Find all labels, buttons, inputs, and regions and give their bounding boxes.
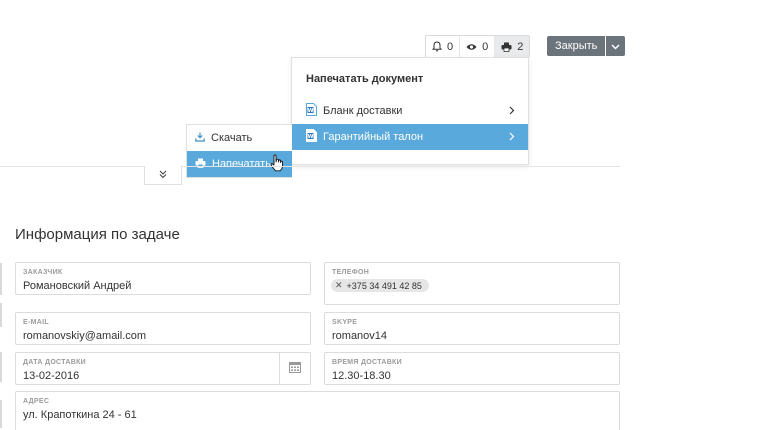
email-value: romanovskiy@amail.com: [23, 330, 147, 342]
printer-icon: [501, 42, 512, 52]
notifications-button[interactable]: 0: [426, 36, 461, 57]
edge-marker: [0, 303, 2, 327]
menu-item-label: Гарантийный талон: [323, 131, 424, 143]
double-chevron-down-icon: [159, 166, 167, 184]
address-value: ул. Крапоткина 24 - 61: [23, 409, 137, 421]
delivery-time-value: 12.30-18.30: [332, 370, 391, 382]
menu-item-label: Скачать: [211, 132, 253, 144]
edge-marker: [0, 400, 2, 428]
field-label: АДРЕС: [23, 398, 50, 405]
remove-chip-icon[interactable]: ✕: [335, 280, 343, 291]
phone-chip: ✕ +375 34 491 42 85: [331, 279, 429, 292]
phone-field[interactable]: ТЕЛЕФОН ✕ +375 34 491 42 85: [324, 262, 620, 305]
download-icon: [195, 132, 205, 145]
field-label: ТЕЛЕФОН: [332, 269, 370, 276]
close-button-group: Закрыть: [547, 36, 626, 56]
svg-text:W: W: [307, 134, 313, 140]
toolbar-counters: 0 0 2: [425, 35, 531, 58]
address-field[interactable]: АДРЕС ул. Крапоткина 24 - 61: [15, 391, 620, 430]
chevron-down-icon: [611, 37, 620, 55]
edge-marker: [0, 263, 2, 295]
print-count: 2: [517, 40, 524, 53]
print-button[interactable]: 2: [495, 36, 530, 57]
close-button[interactable]: Закрыть: [547, 36, 606, 56]
delivery-date-value: 13-02-2016: [23, 370, 80, 382]
skype-field[interactable]: SKYPE romanov14: [324, 312, 620, 345]
menu-item-delivery-form[interactable]: W Бланк доставки: [292, 98, 528, 124]
field-label: ДАТА ДОСТАВКИ: [23, 359, 86, 366]
customer-value: Романовский Андрей: [23, 280, 132, 292]
email-field[interactable]: E-MAIL romanovskiy@amail.com: [15, 312, 311, 345]
calendar-button[interactable]: [279, 353, 310, 384]
section-divider: [0, 166, 620, 167]
chevron-right-icon: [509, 132, 515, 144]
word-document-icon: W: [306, 129, 317, 145]
eye-icon: [466, 43, 477, 51]
expand-button[interactable]: [144, 166, 182, 185]
notifications-count: 0: [447, 40, 454, 53]
views-count: 0: [482, 40, 489, 53]
menu-item-warranty-card[interactable]: W Гарантийный талон: [292, 124, 528, 150]
field-label: SKYPE: [332, 319, 358, 326]
calendar-icon: [289, 360, 301, 378]
field-label: ВРЕМЯ ДОСТАВКИ: [332, 359, 402, 366]
edge-marker: [0, 352, 2, 382]
phone-chip-value: +375 34 491 42 85: [346, 280, 422, 291]
print-menu-title: Напечатать документ: [306, 73, 424, 85]
views-button[interactable]: 0: [460, 36, 496, 57]
svg-text:W: W: [307, 108, 313, 114]
close-dropdown-toggle[interactable]: [606, 36, 626, 56]
menu-item-label: Бланк доставки: [323, 105, 403, 117]
print-document-menu: Напечатать документ W Бланк доставки W Г…: [291, 57, 529, 165]
skype-value: romanov14: [332, 330, 388, 342]
section-title: Информация по задаче: [15, 226, 180, 243]
bell-icon: [432, 41, 442, 52]
field-label: ЗАКАЗЧИК: [23, 269, 63, 276]
menu-item-download[interactable]: Скачать: [187, 125, 292, 151]
field-label: E-MAIL: [23, 319, 49, 326]
word-document-icon: W: [306, 103, 317, 119]
printer-icon: [195, 158, 206, 171]
customer-field[interactable]: ЗАКАЗЧИК Романовский Андрей: [15, 262, 311, 295]
delivery-date-field[interactable]: ДАТА ДОСТАВКИ 13-02-2016: [15, 352, 311, 385]
menu-item-label: Напечатать: [212, 158, 271, 170]
chevron-right-icon: [509, 106, 515, 118]
delivery-time-field[interactable]: ВРЕМЯ ДОСТАВКИ 12.30-18.30: [324, 352, 620, 385]
